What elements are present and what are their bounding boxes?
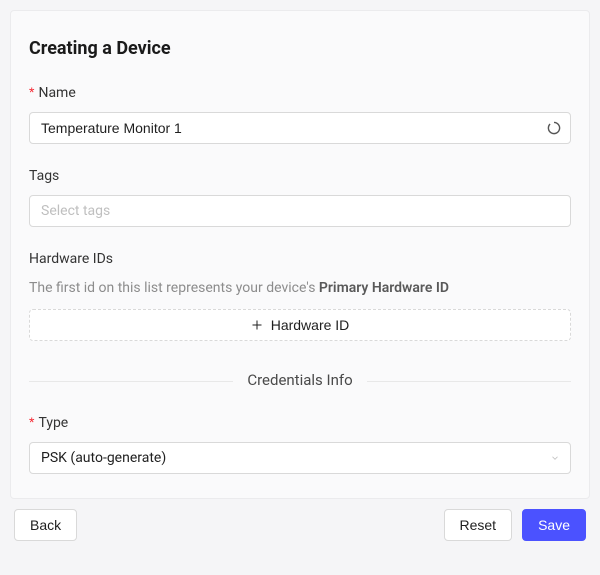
hardware-ids-helper-prefix: The first id on this list represents you… [29, 280, 319, 296]
type-field-row: Type PSK (auto-generate) [29, 412, 571, 474]
tags-field-row: Tags Select tags [29, 166, 571, 227]
type-select[interactable]: PSK (auto-generate) [29, 442, 571, 474]
hardware-ids-helper: The first id on this list represents you… [29, 278, 571, 299]
hardware-ids-label: Hardware IDs [29, 249, 571, 270]
type-label: Type [29, 412, 571, 434]
add-hardware-id-button[interactable]: Hardware ID [29, 309, 571, 341]
hardware-ids-row: Hardware IDs The first id on this list r… [29, 249, 571, 341]
plus-icon [251, 319, 263, 331]
reset-button[interactable]: Reset [444, 509, 513, 541]
type-selected-value: PSK (auto-generate) [41, 448, 166, 469]
tags-select[interactable]: Select tags [29, 195, 571, 227]
actions-right: Reset Save [444, 509, 587, 541]
add-hardware-id-label: Hardware ID [271, 317, 350, 333]
tags-placeholder: Select tags [41, 201, 110, 222]
hardware-ids-helper-strong: Primary Hardware ID [319, 280, 449, 296]
name-field-row: Name [29, 82, 571, 144]
name-input[interactable] [29, 112, 571, 144]
name-label: Name [29, 82, 571, 104]
save-button[interactable]: Save [522, 509, 586, 541]
page-title: Creating a Device [29, 35, 571, 62]
page-container: Creating a Device Name Tags Select tags … [0, 0, 600, 557]
back-button[interactable]: Back [14, 509, 77, 541]
actions-bar: Back Reset Save [10, 509, 590, 547]
credentials-divider: Credentials Info [29, 369, 571, 392]
chevron-down-icon [550, 453, 560, 463]
name-input-wrapper [29, 112, 571, 144]
form-card: Creating a Device Name Tags Select tags … [10, 10, 590, 499]
credentials-divider-text: Credentials Info [233, 371, 366, 389]
tags-label: Tags [29, 166, 571, 187]
